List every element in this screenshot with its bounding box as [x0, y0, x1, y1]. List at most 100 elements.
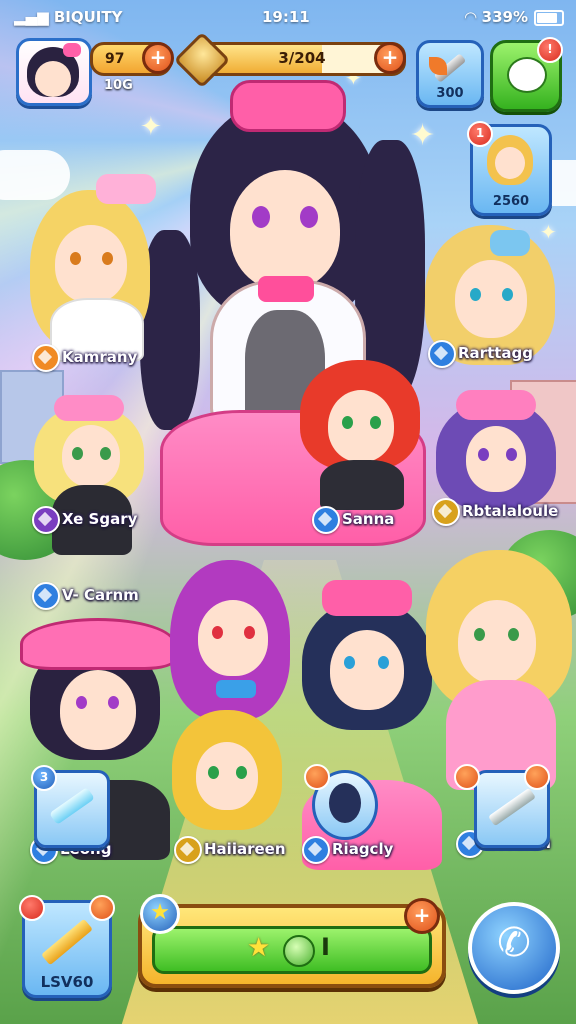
character-eye — [212, 626, 223, 639]
character-kamrany[interactable] — [20, 174, 160, 362]
name-label: Sanna — [342, 510, 395, 528]
character-eye — [470, 288, 481, 301]
avatar-face — [35, 61, 71, 97]
hair-bow — [322, 580, 412, 616]
character-face — [196, 742, 258, 810]
character-eye — [236, 766, 247, 779]
event-button[interactable]: ! — [490, 37, 563, 112]
name-label: Haiiareen — [204, 840, 286, 858]
gem-icon — [32, 582, 60, 610]
character-eye — [502, 288, 513, 301]
character-face — [198, 600, 268, 676]
side-card-badge: 1 — [467, 121, 493, 147]
card-badge — [19, 895, 45, 921]
hair-bow — [490, 230, 530, 256]
pencil-icon — [41, 918, 93, 966]
main-action-bar[interactable]: ★ I — [138, 904, 446, 988]
portrait-icon — [329, 783, 361, 823]
character-eye — [72, 447, 83, 460]
nametag-sanna[interactable]: Sanna — [312, 506, 395, 534]
character-eye — [342, 416, 353, 429]
character-top — [320, 460, 404, 510]
character-eye — [252, 206, 270, 228]
character-face — [55, 225, 127, 303]
gem-icon — [174, 836, 202, 864]
name-label: Rbtalaloule — [462, 502, 559, 520]
character-face — [60, 670, 136, 750]
character-face — [62, 425, 120, 487]
hair-bow — [96, 174, 156, 204]
name-label: Xe Sgary — [62, 510, 138, 528]
avatar-bow — [63, 43, 81, 57]
nametag-haiiareen[interactable]: Haiiareen — [174, 836, 286, 864]
player-avatar[interactable] — [16, 38, 92, 106]
signal-icon: ▂▄▆ BIQUITY — [14, 8, 123, 26]
card-face — [495, 147, 525, 179]
name-label: Riagcly — [332, 840, 394, 858]
nametag-v-carnm[interactable]: V- Carnm — [32, 582, 139, 610]
event-badge: ! — [537, 37, 563, 63]
crystal-sword-icon — [49, 787, 95, 825]
hat — [20, 618, 176, 670]
character-eye — [478, 448, 489, 461]
nametag-rarttagg[interactable]: Rarttagg — [428, 340, 533, 368]
nametag-kamrany[interactable]: Kamrany — [32, 344, 137, 372]
card-badge — [524, 764, 550, 790]
character-eye — [370, 416, 381, 429]
wifi-icon: ◠ — [464, 8, 477, 26]
character-eye — [474, 628, 485, 641]
character-sanna[interactable] — [290, 360, 430, 510]
battery-text: 339% — [481, 8, 528, 26]
character-eye — [108, 696, 119, 709]
add-level-button[interactable]: + — [142, 42, 174, 74]
character-eye — [378, 656, 389, 669]
add-button[interactable]: + — [404, 898, 440, 934]
character-xe-sgary[interactable] — [34, 395, 144, 565]
character-face — [328, 390, 394, 462]
name-label: V- Carnm — [62, 586, 139, 604]
nametag-rbtalaloule[interactable]: Rbtalaloule — [432, 498, 559, 526]
character-rbtalaloule[interactable] — [436, 390, 556, 510]
level-card-button[interactable]: LSV60 — [19, 895, 115, 998]
carrier-label: BIQUITY — [53, 8, 123, 26]
nametag-riagcly[interactable]: Riagcly — [302, 836, 394, 864]
character-eye — [70, 252, 81, 265]
main-count: I — [321, 933, 330, 961]
character-lesalou[interactable] — [426, 550, 572, 800]
add-progress-button[interactable]: + — [374, 42, 406, 74]
status-right: ◠ 339% — [465, 8, 564, 26]
level-value: 97 — [105, 51, 125, 67]
card-badge: 3 — [31, 765, 57, 791]
item-card-leong[interactable]: 3 — [31, 765, 110, 848]
hair-bow — [230, 80, 346, 132]
side-character-card[interactable]: 2560 1 — [467, 121, 552, 216]
leaf-icon — [429, 57, 447, 75]
character-eye — [244, 626, 255, 639]
character-violet[interactable] — [170, 560, 300, 720]
hat — [456, 390, 536, 420]
game-screen: ✦ ✦ ✦ ✦ ✦ ▂▄▆ BIQUITY 19:11 ◠ 339% 97 + … — [0, 0, 576, 1024]
gem-icon — [32, 506, 60, 534]
character-eye — [102, 252, 113, 265]
character-face — [330, 630, 404, 710]
character-face — [230, 170, 340, 290]
coin-icon — [283, 935, 315, 967]
neck-bow — [216, 680, 256, 698]
main-action-inner: ★ I — [152, 926, 432, 974]
nametag-xe-sgary[interactable]: Xe Sgary — [32, 506, 138, 534]
gem-icon — [312, 506, 340, 534]
character-face — [458, 600, 536, 684]
chat-bubble-icon — [507, 57, 547, 93]
character-eye — [508, 628, 519, 641]
progress-text: 3/204 — [278, 49, 326, 67]
character-face — [466, 426, 526, 492]
character-face — [455, 260, 527, 338]
phone-button[interactable]: ✆ — [468, 902, 560, 994]
side-card-label: 2560 — [492, 194, 530, 209]
character-riagcly[interactable] — [292, 580, 442, 880]
status-bar: ▂▄▆ BIQUITY 19:11 ◠ 339% — [0, 0, 576, 34]
character-eye — [100, 447, 111, 460]
card-badge — [304, 764, 330, 790]
hat — [54, 395, 124, 421]
card-badge — [89, 895, 115, 921]
